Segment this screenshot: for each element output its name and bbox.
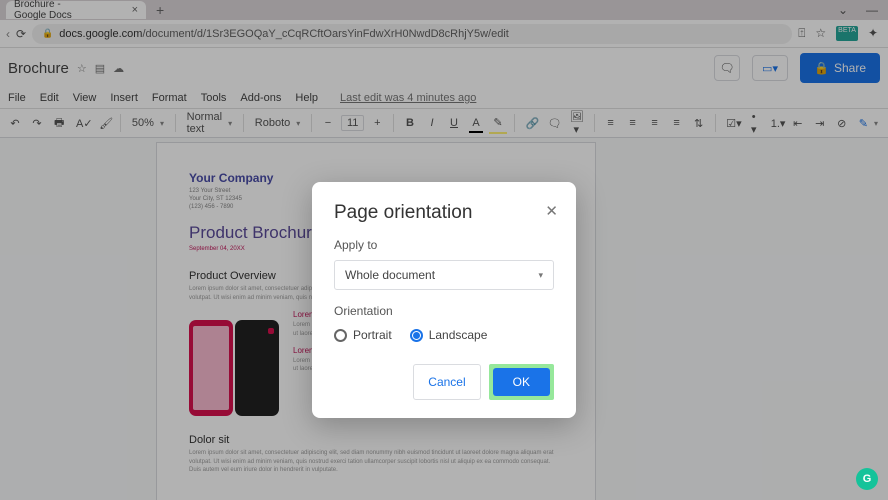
ok-highlight: OK [489,364,554,400]
ok-button[interactable]: OK [493,368,550,396]
orientation-label: Orientation [334,304,554,318]
apply-to-select[interactable]: Whole document [334,260,554,290]
radio-icon [334,329,347,342]
close-icon[interactable]: ✕ [545,202,558,220]
radio-landscape[interactable]: Landscape [410,328,488,342]
page-orientation-dialog: Page orientation ✕ Apply to Whole docume… [312,182,576,418]
grammarly-icon[interactable]: G [856,468,878,490]
cancel-button[interactable]: Cancel [413,364,480,400]
radio-icon [410,329,423,342]
radio-portrait[interactable]: Portrait [334,328,392,342]
apply-to-label: Apply to [334,238,554,252]
dialog-title: Page orientation [334,202,554,224]
